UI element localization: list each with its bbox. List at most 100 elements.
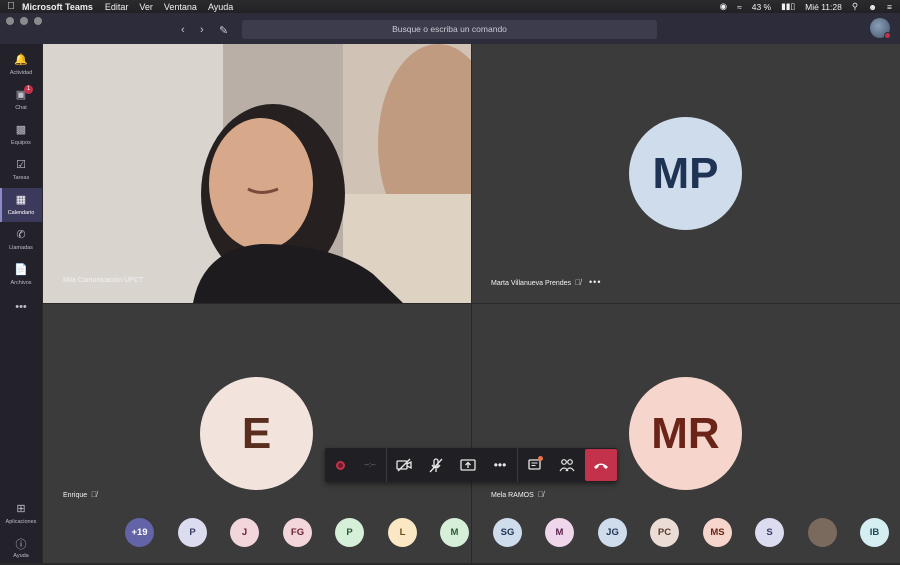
- rail-item-chat[interactable]: ▣ 1 Chat: [0, 83, 42, 117]
- hang-up-icon: [594, 463, 608, 469]
- participant-avatar[interactable]: PC: [650, 518, 679, 547]
- camera-off-icon: [396, 458, 412, 472]
- share-screen-icon: [460, 459, 476, 471]
- call-timer: --:--: [364, 461, 376, 469]
- participant-avatar[interactable]: J: [230, 518, 259, 547]
- wifi-icon[interactable]: ≈: [737, 2, 742, 12]
- more-actions-button[interactable]: •••: [484, 448, 516, 482]
- rail-item-label: Equipos: [11, 140, 31, 146]
- phone-icon: ✆: [16, 229, 26, 241]
- participant-avatar[interactable]: MS: [703, 518, 732, 547]
- menu-ver[interactable]: Ver: [139, 2, 153, 12]
- participant-avatar[interactable]: JG: [598, 518, 627, 547]
- participant-avatar[interactable]: FG: [283, 518, 312, 547]
- mic-toggle-button[interactable]: [420, 448, 452, 482]
- close-window-button[interactable]: [6, 17, 14, 25]
- participant-avatar[interactable]: SG: [493, 518, 522, 547]
- more-icon: •••: [493, 458, 507, 472]
- rail-item-aplicaciones[interactable]: ⊞ Aplicaciones: [0, 497, 42, 531]
- video-feed-image: [43, 44, 471, 303]
- spotlight-search-icon[interactable]: ⚲: [852, 1, 858, 12]
- menu-editar[interactable]: Editar: [105, 2, 129, 12]
- participant-avatar[interactable]: S: [755, 518, 784, 547]
- rail-item-actividad[interactable]: 🔔 Actividad: [0, 48, 42, 82]
- participant-video-tile[interactable]: Mila Comunicación UPCT: [43, 44, 471, 303]
- search-input[interactable]: Busque o escriba un comando: [242, 20, 657, 39]
- participant-avatar[interactable]: M: [440, 518, 469, 547]
- participant-name-row: Enrique 🎙̸: [63, 490, 97, 499]
- show-conversation-button[interactable]: [519, 448, 551, 482]
- participant-avatar[interactable]: P: [335, 518, 364, 547]
- participant-avatar[interactable]: P: [178, 518, 207, 547]
- back-icon[interactable]: ‹: [181, 24, 185, 36]
- battery-icon[interactable]: ▮▮▯: [781, 1, 795, 12]
- compose-icon[interactable]: ✎: [219, 24, 228, 37]
- participants-icon: [559, 459, 575, 472]
- rail-item-label: Actividad: [9, 70, 33, 76]
- mic-off-icon: 🎙̸: [537, 490, 544, 499]
- user-account-icon[interactable]: ☻: [868, 2, 877, 12]
- participant-name: Enrique: [63, 492, 88, 499]
- more-icon: •••: [15, 301, 27, 313]
- mic-off-icon: [429, 457, 443, 472]
- apple-menu-icon[interactable]: : [0, 1, 22, 12]
- participant-photo-avatar[interactable]: [808, 518, 837, 547]
- rail-more-button[interactable]: •••: [0, 296, 42, 330]
- rail-item-label: Tareas: [12, 175, 30, 181]
- share-screen-button[interactable]: [452, 448, 484, 482]
- record-status-icon[interactable]: ◉: [720, 1, 727, 12]
- unread-badge: 1: [24, 85, 33, 94]
- participant-name-row: Mela RAMOS 🎙̸: [491, 490, 544, 499]
- toolbar-divider: [517, 448, 518, 482]
- rail-item-label: Ayuda: [13, 553, 29, 559]
- minimize-window-button[interactable]: [20, 17, 28, 25]
- zoom-window-button[interactable]: [34, 17, 42, 25]
- new-message-dot: [538, 456, 543, 461]
- control-center-icon[interactable]: ≡: [887, 2, 892, 12]
- participant-avatar: MR: [629, 377, 742, 490]
- chat-icon: ▣: [15, 89, 27, 101]
- files-icon: 📄: [14, 264, 28, 276]
- rail-item-label: Calendario: [7, 210, 35, 216]
- rail-item-label: Archivos: [10, 280, 32, 286]
- rail-item-label: Llamadas: [9, 245, 33, 251]
- participant-avatar[interactable]: +19: [125, 518, 154, 547]
- participant-avatar: MP: [629, 117, 742, 230]
- apps-icon: ⊞: [16, 503, 26, 515]
- participant-avatar[interactable]: IB: [860, 518, 889, 547]
- rail-item-calendario[interactable]: ▦ Calendario: [0, 188, 42, 222]
- call-controls-toolbar: --:-- •••: [325, 448, 617, 482]
- participant-avatar-tile[interactable]: MR Mela RAMOS 🎙̸: [472, 304, 900, 563]
- participant-avatar-tile[interactable]: MP Marta Villanueva Prendes 🎙̸ •••: [472, 44, 900, 303]
- rail-item-label: Aplicaciones: [5, 519, 37, 525]
- app-menu[interactable]: Microsoft Teams: [22, 2, 93, 12]
- bell-icon: 🔔: [14, 54, 28, 66]
- hang-up-button[interactable]: [585, 449, 617, 481]
- participant-avatar[interactable]: L: [388, 518, 417, 547]
- toolbar-divider: [386, 448, 387, 482]
- teams-icon: ▩: [15, 124, 27, 136]
- rail-item-ayuda[interactable]: ⓘ Ayuda: [0, 531, 42, 565]
- menu-ventana[interactable]: Ventana: [164, 2, 197, 12]
- camera-toggle-button[interactable]: [388, 448, 420, 482]
- participant-more-options-icon[interactable]: •••: [589, 277, 601, 287]
- macos-menubar:  Microsoft Teams Editar Ver Ventana Ayu…: [0, 0, 900, 13]
- rail-item-tareas[interactable]: ☑ Tareas: [0, 153, 42, 187]
- presence-busy-icon: [884, 32, 891, 39]
- clock[interactable]: Mié 11:28: [805, 2, 842, 12]
- menu-ayuda[interactable]: Ayuda: [208, 2, 233, 12]
- help-icon: ⓘ: [15, 539, 27, 551]
- rail-item-llamadas[interactable]: ✆ Llamadas: [0, 223, 42, 257]
- mic-off-icon: 🎙̸: [91, 490, 98, 499]
- show-participants-button[interactable]: [551, 448, 583, 482]
- rail-item-archivos[interactable]: 📄 Archivos: [0, 258, 42, 292]
- record-icon: [335, 460, 345, 470]
- rail-item-label: Chat: [15, 105, 27, 111]
- app-rail: 🔔 Actividad ▣ 1 Chat ▩ Equipos ☑ Tareas …: [0, 44, 42, 563]
- participant-avatar[interactable]: M: [545, 518, 574, 547]
- window-controls: [6, 17, 42, 25]
- forward-icon[interactable]: ›: [200, 24, 204, 36]
- profile-avatar[interactable]: [870, 18, 891, 39]
- teams-titlebar: ‹ › ✎ Busque o escriba un comando: [0, 13, 900, 44]
- rail-item-equipos[interactable]: ▩ Equipos: [0, 118, 42, 152]
